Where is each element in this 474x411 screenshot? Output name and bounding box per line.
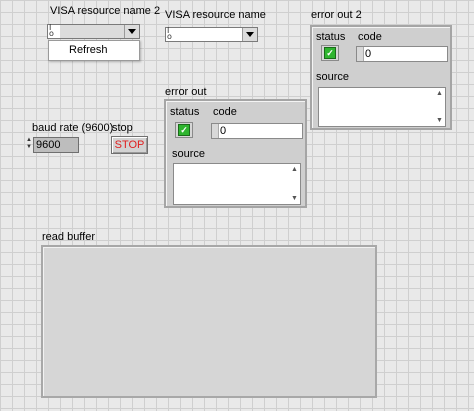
error-out-2-source-field[interactable]: ▲ ▼ [318,87,446,127]
chevron-down-icon [128,29,136,34]
scroll-down-icon[interactable]: ▼ [291,195,298,202]
visa-resource-2-label: VISA resource name 2 [50,5,161,17]
scroll-down-icon[interactable]: ▼ [436,117,443,124]
dropdown-arrow-button[interactable] [124,25,139,38]
error-out-code-field[interactable]: 0 [211,123,303,139]
error-out-2-code-field[interactable]: 0 [356,46,448,62]
visa-resource-icon: Io [49,23,54,38]
error-out-status-indicator: ✓ [175,122,193,138]
error-out-2-code-label: code [358,31,382,43]
baud-rate-value[interactable]: 9600 [33,137,79,153]
check-icon: ✓ [178,124,190,136]
error-out-2-status-indicator: ✓ [321,45,339,61]
baud-rate-control[interactable]: ▲ ▼ 9600 [26,137,79,153]
scroll-up-icon[interactable]: ▲ [436,90,443,97]
stop-button[interactable]: STOP [111,136,148,154]
scrollbar[interactable]: ▲ ▼ [435,88,445,126]
error-out-label: error out [165,86,207,98]
chevron-down-icon [246,32,254,37]
error-out-status-label: status [170,106,200,118]
error-out-cluster: status code ✓ 0 source ▲ ▼ [164,99,307,208]
stop-label: stop [112,122,133,134]
visa-resource-icon: Io [167,26,172,41]
spin-arrows-icon[interactable]: ▲ ▼ [26,137,33,153]
error-out-source-field[interactable]: ▲ ▼ [173,163,301,205]
increment-icon [212,124,219,138]
scrollbar[interactable]: ▲ ▼ [290,164,300,204]
read-buffer-indicator [41,245,377,398]
increment-icon [357,47,364,61]
visa-resource-label: VISA resource name [165,9,266,21]
menu-item-refresh[interactable]: Refresh [69,44,108,56]
error-out-code-value: 0 [220,125,227,137]
error-out-2-status-label: status [316,31,346,43]
check-icon: ✓ [324,47,336,59]
error-out-2-source-label: source [316,71,350,83]
visa-resource-2-value[interactable] [60,25,124,38]
baud-rate-label: baud rate (9600) [32,122,114,134]
read-buffer-label: read buffer [42,231,96,243]
visa-dropdown-menu: Refresh [48,40,140,61]
error-out-code-label: code [213,106,237,118]
error-out-2-cluster: status code ✓ 0 source ▲ ▼ [310,25,452,130]
error-out-2-label: error out 2 [311,9,362,21]
visa-resource-2-control[interactable]: Io [47,24,140,39]
visa-resource-control[interactable]: Io [165,27,258,42]
scroll-up-icon[interactable]: ▲ [291,166,298,173]
dropdown-arrow-button[interactable] [242,28,257,41]
error-out-source-label: source [172,148,206,160]
error-out-2-code-value: 0 [365,48,372,60]
